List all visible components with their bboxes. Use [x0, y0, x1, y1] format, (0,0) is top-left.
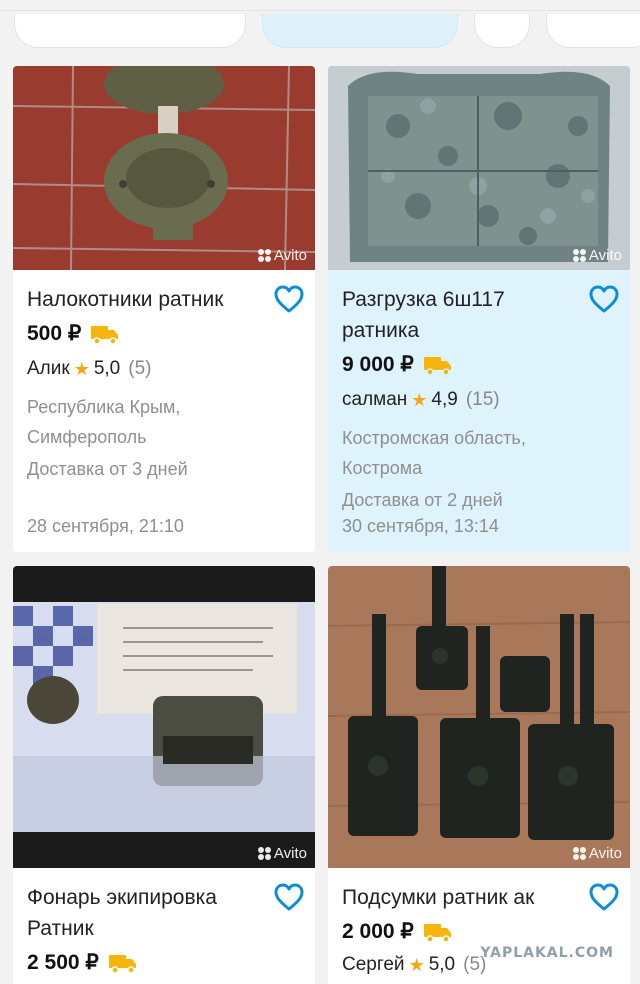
- listing-price: 500 ₽: [27, 322, 82, 345]
- listing-title[interactable]: Подсумки ратник ак: [342, 868, 616, 913]
- listing-price: 2 000 ₽: [342, 920, 414, 943]
- truck-icon: [108, 954, 136, 973]
- listing-photo[interactable]: Avito: [13, 566, 315, 868]
- divider: [0, 10, 640, 11]
- filter-chip-active[interactable]: [262, 14, 458, 48]
- listing-date: 28 сентября, 21:10: [27, 516, 184, 536]
- seller-rating: 5,0: [93, 358, 121, 379]
- filter-chip[interactable]: [546, 14, 640, 48]
- avito-logo-icon: Avito: [572, 845, 622, 862]
- listing-price: 9 000 ₽: [342, 353, 414, 376]
- listing-location: Костромская область, Кострома: [342, 428, 526, 478]
- avito-logo-icon: Avito: [257, 845, 307, 862]
- seller-name: Алик: [27, 358, 70, 379]
- listing-photo[interactable]: Avito: [13, 66, 315, 270]
- filter-chip[interactable]: [14, 14, 246, 48]
- truck-icon: [423, 923, 451, 942]
- heart-icon[interactable]: [273, 882, 305, 912]
- review-count: (15): [465, 389, 500, 410]
- seller-rating: 4,9: [431, 389, 458, 410]
- listing-photo[interactable]: Avito: [328, 66, 630, 270]
- star-icon: ★: [408, 954, 425, 975]
- listing-date: 30 сентября, 13:14: [342, 516, 499, 536]
- filter-chip[interactable]: [474, 14, 530, 48]
- seller-name: салман: [342, 389, 408, 410]
- heart-icon[interactable]: [588, 882, 620, 912]
- listing-card[interactable]: Avito Разгрузка 6ш117 ратника 9 000 ₽ са…: [328, 66, 630, 552]
- truck-icon: [91, 325, 119, 344]
- seller-name: Сергей: [342, 954, 405, 975]
- listing-price: 2 500 ₽: [27, 951, 99, 974]
- star-icon: ★: [411, 389, 428, 410]
- truck-icon: [423, 356, 451, 375]
- delivery-info: Доставка от 3 дней: [27, 459, 188, 479]
- heart-icon[interactable]: [273, 284, 305, 314]
- heart-icon[interactable]: [588, 284, 620, 314]
- seller-rating: 5,0: [428, 954, 456, 975]
- avito-logo-icon: Avito: [257, 247, 307, 264]
- seller-info[interactable]: Алик ★ 5,0 (5): [27, 358, 301, 380]
- filter-chips-bar: [0, 0, 640, 56]
- listing-title[interactable]: Налокотники ратник: [27, 270, 301, 315]
- listing-photo[interactable]: Avito: [328, 566, 630, 868]
- review-count: (5): [128, 358, 152, 379]
- listing-card[interactable]: Avito Фонарь экипировка Ратник 2 500 ₽: [13, 566, 315, 984]
- listing-card[interactable]: Avito Подсумки ратник ак 2 000 ₽ Сергей …: [328, 566, 630, 984]
- listing-title[interactable]: Разгрузка 6ш117 ратника: [342, 270, 616, 346]
- avito-logo-icon: Avito: [572, 247, 622, 264]
- delivery-info: Доставка от 2 дней: [342, 490, 503, 510]
- star-icon: ★: [73, 358, 90, 379]
- listing-location: Республика Крым, Симферополь: [27, 397, 181, 447]
- listing-card[interactable]: Avito Налокотники ратник 500 ₽ Алик ★ 5,…: [13, 66, 315, 552]
- seller-info[interactable]: салман ★ 4,9 (15): [342, 389, 616, 411]
- listing-title[interactable]: Фонарь экипировка Ратник: [27, 868, 301, 944]
- site-watermark: YAPLAKAL.COM: [480, 945, 614, 961]
